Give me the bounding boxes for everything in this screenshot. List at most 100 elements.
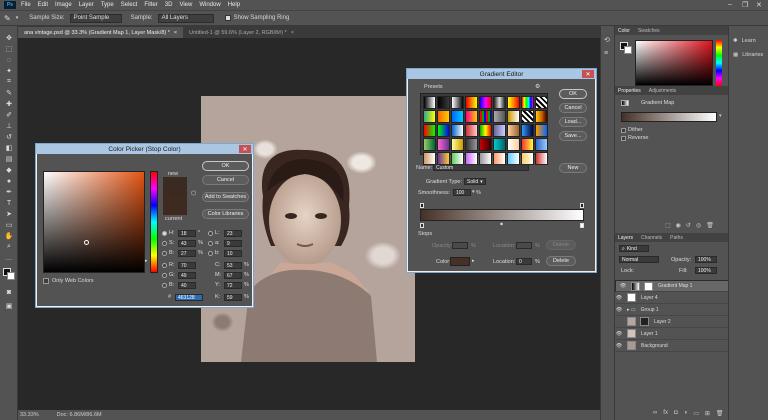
tab-close-icon[interactable]: × [174, 30, 177, 36]
gradient-preset-swatch[interactable] [423, 96, 436, 109]
history-brush-tool-icon[interactable]: ↺ [4, 133, 14, 141]
gradient-preset-swatch[interactable] [465, 138, 478, 151]
path-selection-tool-icon[interactable]: ➤ [4, 210, 14, 218]
learn-item[interactable]: ✱ Learn [733, 38, 756, 44]
gradient-editor-titlebar[interactable]: Gradient Editor ✕ [407, 69, 596, 79]
a-field[interactable]: 9 [224, 240, 242, 247]
zoom-level[interactable]: 33.33% [20, 412, 39, 418]
gradient-preset-swatch[interactable] [451, 124, 464, 137]
smoothness-chevron-icon[interactable]: ▾ [472, 189, 475, 195]
background-color-swatch[interactable] [7, 272, 15, 280]
gradient-preset-swatch[interactable] [521, 96, 534, 109]
cube-icon[interactable]: ⬡ [191, 190, 196, 197]
eyedropper-tool-icon[interactable]: ✎ [4, 89, 14, 97]
gradient-preset-swatch[interactable] [521, 138, 534, 151]
layer-row[interactable]: 👁 Layer 4 [615, 292, 729, 304]
hex-field[interactable]: 463128 [175, 294, 203, 301]
h-radio[interactable] [162, 231, 167, 236]
current-color-preview[interactable] [163, 196, 187, 215]
tab-channels[interactable]: Channels [641, 235, 662, 241]
ok-button[interactable]: OK [559, 89, 587, 99]
presets-gear-icon[interactable]: ⚙ [535, 83, 540, 90]
pen-tool-icon[interactable]: ✒ [4, 188, 14, 196]
panel-bg-swatch[interactable] [624, 46, 632, 54]
menu-window[interactable]: Window [199, 2, 220, 8]
fx-icon[interactable]: fx [663, 410, 668, 417]
opacity-stop-left[interactable] [420, 203, 424, 208]
new-layer-icon[interactable]: ⊞ [705, 410, 710, 417]
tab-ana-vintage[interactable]: ana vintage.psd @ 33.3% (Gradient Map 1,… [18, 27, 184, 38]
clip-icon[interactable]: ⬚ [665, 222, 671, 229]
tool-preset-chevron-icon[interactable]: ▾ [16, 15, 19, 21]
properties-icon[interactable]: ≡ [604, 50, 608, 57]
type-tool-icon[interactable]: T [4, 199, 14, 207]
delete-color-stop-button[interactable]: Delete [546, 256, 576, 266]
menu-3d[interactable]: 3D [165, 2, 173, 8]
gradient-preset-swatch[interactable] [479, 124, 492, 137]
b-radio[interactable] [162, 251, 167, 256]
libraries-item[interactable]: ▦ Libraries [733, 52, 763, 58]
eye-icon[interactable]: 👁 [615, 343, 623, 349]
sample-select[interactable]: All Layers [157, 13, 214, 23]
eye-icon[interactable]: 👁 [615, 331, 623, 337]
kind-filter-select[interactable]: ⌕ Kind [619, 245, 649, 252]
r-radio[interactable] [162, 263, 167, 268]
gradient-preset-swatch[interactable] [437, 138, 450, 151]
color-picker-titlebar[interactable]: Color Picker (Stop Color) ✕ [36, 144, 253, 154]
cancel-button[interactable]: Cancel [202, 175, 249, 185]
view-previous-icon[interactable]: ◉ [676, 222, 681, 229]
stop-color-swatch[interactable] [450, 257, 470, 266]
adjustment-icon[interactable]: ◑ [684, 410, 688, 417]
menu-type[interactable]: Type [101, 2, 114, 8]
hand-tool-icon[interactable]: ✋ [4, 232, 14, 240]
magic-wand-tool-icon[interactable]: ✦ [4, 67, 14, 75]
gradient-preset-swatch[interactable] [535, 110, 548, 123]
load-button[interactable]: Load... [559, 117, 587, 127]
gradient-preset-swatch[interactable] [423, 124, 436, 137]
reset-icon[interactable]: ↺ [686, 222, 691, 229]
blend-mode-select[interactable]: Normal [619, 256, 659, 263]
menu-select[interactable]: Select [121, 2, 138, 8]
layer-row[interactable]: Layer 2 [615, 316, 729, 328]
more-tools-icon[interactable]: … [4, 254, 14, 262]
color-field[interactable] [43, 171, 145, 273]
dither-checkbox[interactable] [621, 128, 626, 133]
gradient-preset-swatch[interactable] [479, 96, 492, 109]
screen-mode-icon[interactable]: ▣ [4, 302, 14, 310]
menu-file[interactable]: File [21, 2, 31, 8]
restore-button[interactable]: ❐ [742, 1, 748, 9]
m-field[interactable]: 67 [224, 272, 242, 279]
gradient-preset-swatch[interactable] [437, 124, 450, 137]
lab-b-radio[interactable] [208, 251, 213, 256]
presets-grid[interactable] [420, 93, 548, 165]
add-to-swatches-button[interactable]: Add to Swatches [202, 192, 249, 202]
gradient-preset-swatch[interactable] [465, 124, 478, 137]
color-stop-right[interactable] [580, 223, 584, 228]
blue-radio[interactable] [162, 283, 167, 288]
tab-swatches[interactable]: Swatches [638, 28, 660, 34]
mask-thumb[interactable] [644, 281, 653, 291]
gradient-preset-swatch[interactable] [521, 110, 534, 123]
hue-slider-marker[interactable]: ▸ [145, 258, 148, 264]
show-sampling-ring-checkbox[interactable]: Show Sampling Ring [224, 15, 289, 21]
minimize-button[interactable]: – [728, 1, 732, 8]
link-icon[interactable]: ∞ [653, 410, 657, 417]
gradient-preset-swatch[interactable] [507, 124, 520, 137]
lab-b-field[interactable]: 10 [224, 250, 242, 257]
menu-layer[interactable]: Layer [79, 2, 94, 8]
k-field[interactable]: 59 [224, 294, 242, 301]
eye-icon[interactable]: 👁 [615, 295, 623, 301]
gradient-type-select[interactable]: Solid ▾ [464, 178, 486, 185]
properties-gradient-bar[interactable] [621, 112, 717, 122]
gradient-preset-swatch[interactable] [479, 110, 492, 123]
layer-row[interactable]: 👁 ▸ ▭ Group 1 [615, 304, 729, 316]
marquee-tool-icon[interactable]: ⬚ [4, 45, 14, 53]
tab-close-icon[interactable]: × [291, 30, 294, 36]
zoom-tool-icon[interactable]: ⌕ [4, 243, 14, 251]
shape-tool-icon[interactable]: ▭ [4, 221, 14, 229]
s-radio[interactable] [162, 241, 167, 246]
color-spectrum-field[interactable] [635, 40, 713, 86]
gradient-preset-swatch[interactable] [507, 110, 520, 123]
tab-untitled-1[interactable]: Untitled-1 @ 59.6% (Layer 2, RGB/8#) * × [183, 27, 300, 38]
healing-brush-tool-icon[interactable]: ✚ [4, 100, 14, 108]
